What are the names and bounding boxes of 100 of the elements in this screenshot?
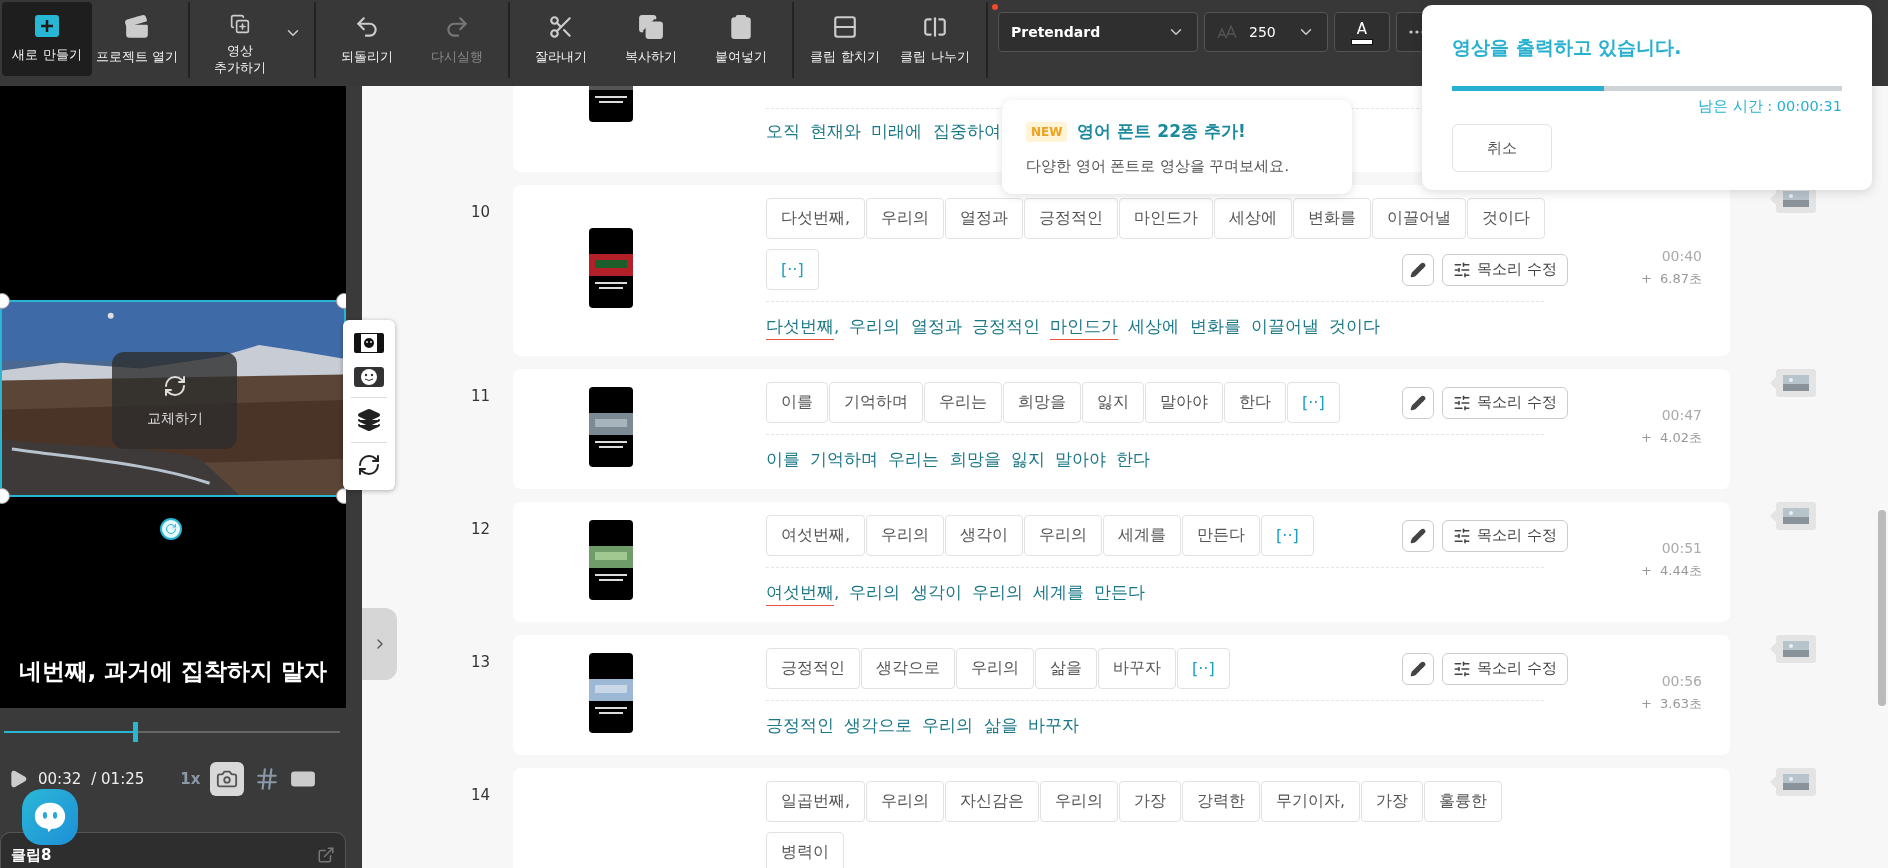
word-chip[interactable]: 긍정적인 bbox=[1024, 198, 1119, 239]
voice-edit-button[interactable]: 목소리 수정 bbox=[1442, 519, 1568, 552]
play-button[interactable] bbox=[8, 769, 28, 789]
word-chip[interactable]: 한다 bbox=[1224, 382, 1286, 423]
word-chip[interactable]: 우리의 bbox=[1040, 781, 1119, 822]
new-badge: NEW bbox=[1026, 121, 1068, 142]
word-chip[interactable]: 생각으로 bbox=[861, 648, 955, 689]
toolbar-button[interactable]: 프로젝트 열기 bbox=[92, 2, 182, 76]
side-thumbnail[interactable] bbox=[1776, 502, 1816, 530]
word-chip[interactable]: 마인드가 bbox=[1119, 198, 1214, 239]
word-chip[interactable]: 다섯번째, bbox=[766, 198, 866, 239]
word-chip[interactable]: 병력이 bbox=[766, 832, 844, 868]
toolbar-button[interactable]: 붙여넣기 bbox=[696, 2, 786, 76]
speed-button[interactable]: 1x bbox=[180, 770, 201, 788]
toolbar-button[interactable]: 새로 만들기 bbox=[2, 2, 92, 76]
font-select[interactable]: Pretendard bbox=[998, 12, 1198, 52]
toolbar-button[interactable]: 클립 나누기 bbox=[890, 2, 980, 76]
word-chip[interactable]: 세계를 bbox=[1103, 515, 1182, 556]
word-chip[interactable]: 자신감은 bbox=[945, 781, 1040, 822]
word-chip[interactable]: 우리는 bbox=[924, 382, 1002, 423]
word-chip[interactable]: 우리의 bbox=[1024, 515, 1103, 556]
word-chip[interactable]: 일곱번째, bbox=[766, 781, 866, 822]
word-chip[interactable]: 가장 bbox=[1361, 781, 1424, 822]
toolbar-button[interactable]: 잘라내기 bbox=[516, 2, 606, 76]
sliders-icon bbox=[1453, 526, 1472, 545]
word-chip[interactable]: 긍정적인 bbox=[766, 648, 860, 689]
sentence-text: 긍정적인 생각으로 우리의 삶을 바꾸자 bbox=[766, 715, 1079, 737]
scrollbar[interactable] bbox=[1878, 510, 1886, 706]
word-chip[interactable]: 우리의 bbox=[956, 648, 1034, 689]
layers-icon bbox=[357, 408, 381, 432]
word-chip[interactable]: 희망을 bbox=[1003, 382, 1081, 423]
word-chip[interactable]: 만든다 bbox=[1182, 515, 1261, 556]
sliders-icon bbox=[1453, 260, 1472, 279]
sentence-text: 여섯번째, 우리의 생각이 우리의 세계를 만든다 bbox=[766, 582, 1146, 604]
timeline-slider[interactable] bbox=[4, 722, 340, 742]
font-size-icon bbox=[1217, 25, 1239, 39]
word-chip[interactable]: 여섯번째, bbox=[766, 515, 866, 556]
clip-time: 00:47 bbox=[1661, 406, 1702, 423]
side-thumbnail[interactable] bbox=[1776, 635, 1816, 663]
edit-button[interactable] bbox=[1402, 519, 1435, 552]
sentence-text: 이를 기억하며 우리는 희망을 잃지 말아야 한다 bbox=[766, 449, 1151, 471]
edit-button[interactable] bbox=[1402, 253, 1435, 286]
word-chip[interactable]: 가장 bbox=[1119, 781, 1182, 822]
word-chip[interactable]: 바꾸자 bbox=[1098, 648, 1176, 689]
total-time: / 01:25 bbox=[91, 770, 145, 788]
word-chip[interactable]: 우리의 bbox=[866, 198, 945, 239]
word-chip[interactable]: 훌륭한 bbox=[1424, 781, 1503, 822]
word-chip[interactable]: 열정과 bbox=[945, 198, 1024, 239]
text-color-button[interactable]: A bbox=[1334, 12, 1390, 52]
replace-button[interactable]: 교체하기 bbox=[112, 352, 237, 449]
word-chip[interactable]: 강력한 bbox=[1182, 781, 1261, 822]
chat-button[interactable] bbox=[22, 789, 78, 845]
clipboard-icon bbox=[728, 14, 754, 40]
refresh-icon bbox=[162, 373, 187, 398]
side-thumbnail[interactable] bbox=[1776, 369, 1816, 397]
voice-edit-button[interactable]: 목소리 수정 bbox=[1442, 253, 1568, 286]
sliders-icon bbox=[1453, 393, 1472, 412]
cancel-button[interactable]: 취소 bbox=[1452, 124, 1552, 172]
sentence-text: 다섯번째, 우리의 열정과 긍정적인 마인드가 세상에 변화를 이끌어낼 것이다 bbox=[766, 316, 1381, 338]
split-icon bbox=[922, 14, 948, 40]
word-chip[interactable]: 삶을 bbox=[1035, 648, 1097, 689]
word-chip[interactable]: 이끌어낼 bbox=[1372, 198, 1467, 239]
side-thumbnail[interactable] bbox=[1776, 768, 1816, 796]
play-icon bbox=[8, 769, 28, 789]
rotate-handle[interactable] bbox=[160, 518, 182, 540]
edit-button[interactable] bbox=[1402, 652, 1435, 685]
clip-duration: + 6.87초 bbox=[1640, 270, 1702, 288]
remaining-time: 남은 시간 : 00:00:31 bbox=[1698, 97, 1842, 116]
pencil-icon bbox=[1410, 394, 1427, 411]
face-icon bbox=[354, 367, 384, 387]
external-link-icon[interactable] bbox=[317, 846, 335, 864]
word-chip[interactable]: 말아야 bbox=[1145, 382, 1223, 423]
clip-time: 00:40 bbox=[1661, 248, 1702, 264]
toolbar-button[interactable]: 클립 합치기 bbox=[800, 2, 890, 76]
toolbar-button[interactable]: 되돌리기 bbox=[322, 2, 412, 76]
voice-edit-button[interactable]: 목소리 수정 bbox=[1442, 386, 1568, 419]
word-chip[interactable]: 우리의 bbox=[866, 781, 945, 822]
word-chip[interactable]: 이를 bbox=[766, 382, 828, 423]
voice-edit-button[interactable]: 목소리 수정 bbox=[1442, 652, 1568, 685]
toolbar-button[interactable]: 복사하기 bbox=[606, 2, 696, 76]
word-chip[interactable]: 세상에 bbox=[1214, 198, 1293, 239]
font-size-select[interactable]: 250 bbox=[1204, 12, 1328, 52]
word-chip[interactable]: 생각이 bbox=[945, 515, 1024, 556]
undo-icon bbox=[354, 14, 380, 40]
add-media-button[interactable]: 영상 추가하기 bbox=[196, 2, 308, 76]
word-chip[interactable]: 변화를 bbox=[1293, 198, 1372, 239]
chat-icon bbox=[33, 801, 67, 833]
sentence-text: 오직 현재와 미래에 집중하여 bbox=[766, 121, 1001, 143]
word-chip[interactable]: 것이다 bbox=[1467, 198, 1546, 239]
edit-button[interactable] bbox=[1402, 386, 1435, 419]
clapperboard-icon bbox=[124, 14, 150, 40]
word-chip[interactable]: 잃지 bbox=[1082, 382, 1144, 423]
word-chip[interactable]: 기억하며 bbox=[829, 382, 923, 423]
word-chip[interactable]: 무기이자, bbox=[1261, 781, 1361, 822]
camera-button[interactable] bbox=[210, 762, 245, 796]
clip-time: 00:51 bbox=[1661, 539, 1702, 556]
rotate-icon bbox=[165, 523, 177, 535]
word-chip[interactable]: 우리의 bbox=[866, 515, 945, 556]
row-number: 14 bbox=[471, 786, 491, 804]
redo-icon bbox=[444, 14, 470, 40]
